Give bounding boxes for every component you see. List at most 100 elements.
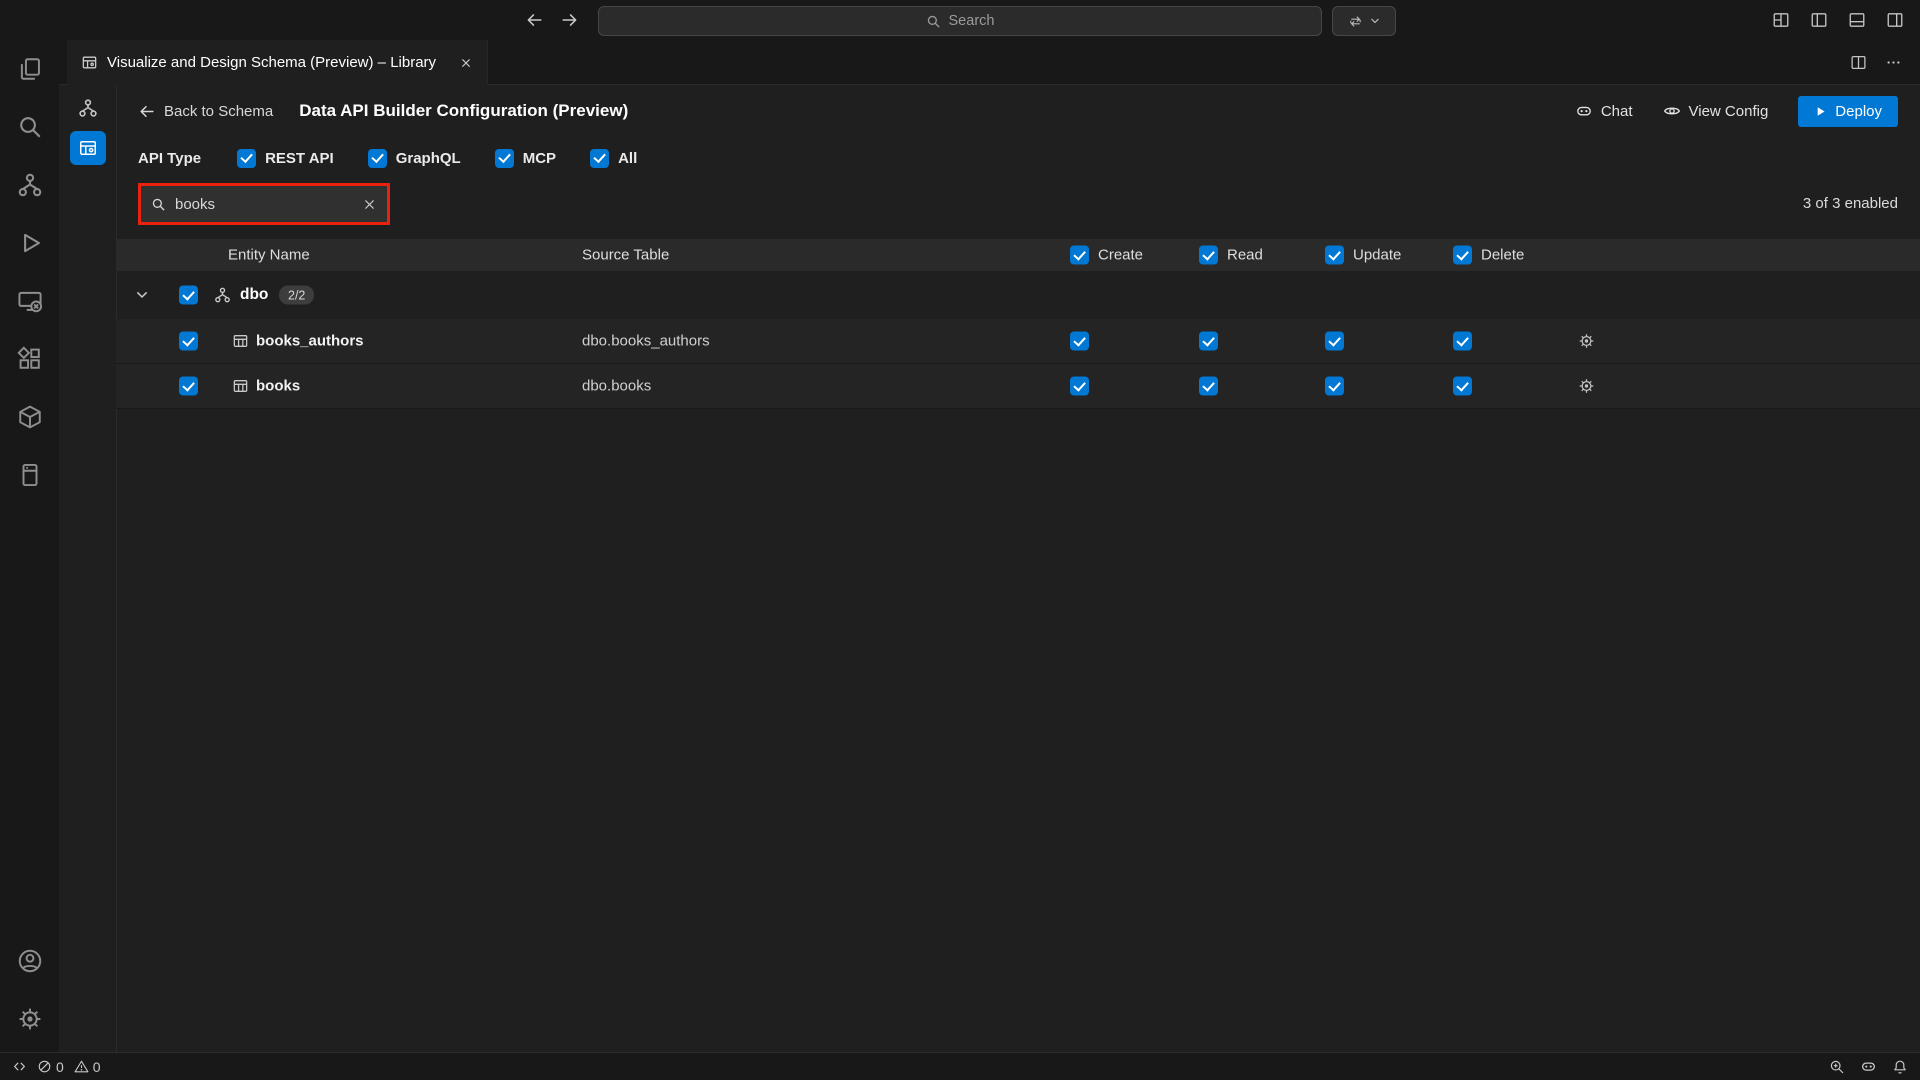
error-count: 0 — [56, 1059, 64, 1075]
graphql-checkbox[interactable] — [368, 149, 387, 168]
row-update-checkbox[interactable] — [1325, 377, 1344, 396]
update-column-header[interactable]: Update — [1325, 246, 1401, 265]
create-column-header[interactable]: Create — [1070, 246, 1143, 265]
entity-search-input[interactable]: books — [141, 186, 387, 222]
problems-warnings[interactable]: 0 — [74, 1059, 101, 1075]
schema-designer-tool-button[interactable] — [70, 91, 106, 125]
editor-actions — [1850, 40, 1902, 85]
entity-name-header: Entity Name — [228, 247, 310, 264]
rest-api-checkbox[interactable] — [237, 149, 256, 168]
command-center-extra-button[interactable] — [1332, 6, 1396, 36]
chevron-down-icon[interactable] — [134, 287, 150, 303]
run-debug-icon[interactable] — [6, 219, 54, 267]
table-header-row: Entity Name Source Table Create Read Upd… — [116, 239, 1920, 271]
deploy-button[interactable]: Deploy — [1798, 96, 1898, 127]
api-type-filter-row: API Type REST API GraphQL MCP All — [116, 137, 1920, 179]
table-row[interactable]: books_authors dbo.books_authors — [116, 319, 1920, 364]
row-create-checkbox[interactable] — [1070, 332, 1089, 351]
remote-disconnect-icon[interactable] — [6, 277, 54, 325]
row-delete-checkbox[interactable] — [1453, 332, 1472, 351]
settings-gear-icon[interactable] — [6, 995, 54, 1043]
forward-arrow-icon[interactable] — [561, 11, 579, 29]
panel-left-icon[interactable] — [1810, 11, 1828, 29]
search-sidebar-icon[interactable] — [6, 103, 54, 151]
row-settings-gear-icon[interactable] — [1578, 378, 1595, 395]
titlebar-layout-controls — [1772, 0, 1904, 40]
tab-title: Visualize and Design Schema (Preview) – … — [107, 54, 436, 71]
dab-config-tool-button[interactable] — [70, 131, 106, 165]
panel-bottom-icon[interactable] — [1848, 11, 1866, 29]
tab-visualize-design-schema[interactable]: Visualize and Design Schema (Preview) – … — [67, 40, 488, 85]
update-all-checkbox[interactable] — [1325, 246, 1344, 265]
group-name: dbo — [240, 286, 268, 304]
table-icon — [232, 333, 249, 350]
filter-graphql[interactable]: GraphQL — [368, 149, 461, 168]
remote-indicator-icon[interactable] — [12, 1059, 27, 1074]
row-delete-checkbox[interactable] — [1453, 377, 1472, 396]
server-icon[interactable] — [6, 451, 54, 499]
filter-rest-api[interactable]: REST API — [237, 149, 334, 168]
database-projects-icon[interactable] — [6, 393, 54, 441]
row-create-checkbox[interactable] — [1070, 377, 1089, 396]
all-label: All — [618, 150, 637, 167]
entity-name: books_authors — [256, 333, 364, 350]
table-row[interactable]: books dbo.books — [116, 364, 1920, 409]
mcp-checkbox[interactable] — [495, 149, 514, 168]
all-checkbox[interactable] — [590, 149, 609, 168]
row-checkbox[interactable] — [179, 377, 198, 396]
source-table: dbo.books_authors — [582, 333, 710, 350]
read-all-checkbox[interactable] — [1199, 246, 1218, 265]
update-header-label: Update — [1353, 247, 1401, 264]
create-all-checkbox[interactable] — [1070, 246, 1089, 265]
page-title: Data API Builder Configuration (Preview) — [299, 101, 628, 121]
filter-mcp[interactable]: MCP — [495, 149, 556, 168]
view-config-label: View Config — [1689, 103, 1769, 120]
account-icon[interactable] — [6, 937, 54, 985]
search-icon — [926, 14, 941, 29]
deploy-label: Deploy — [1835, 103, 1882, 120]
problems-errors[interactable]: 0 — [37, 1059, 64, 1075]
row-settings-gear-icon[interactable] — [1578, 333, 1595, 350]
read-column-header[interactable]: Read — [1199, 246, 1263, 265]
chat-button[interactable]: Chat — [1575, 102, 1633, 120]
panel-right-icon[interactable] — [1886, 11, 1904, 29]
status-bar: 0 0 — [0, 1052, 1920, 1080]
copilot-status-icon[interactable] — [1860, 1058, 1877, 1075]
search-icon — [151, 197, 166, 212]
enabled-summary: 3 of 3 enabled — [1803, 195, 1898, 212]
row-update-checkbox[interactable] — [1325, 332, 1344, 351]
row-checkbox[interactable] — [179, 332, 198, 351]
activity-bar — [0, 40, 59, 1053]
tab-close-icon[interactable] — [459, 56, 473, 70]
graphql-label: GraphQL — [396, 150, 461, 167]
delete-all-checkbox[interactable] — [1453, 246, 1472, 265]
row-read-checkbox[interactable] — [1199, 332, 1218, 351]
panel-header: Back to Schema Data API Builder Configur… — [116, 85, 1920, 137]
filter-all[interactable]: All — [590, 149, 637, 168]
layout-grid-icon[interactable] — [1772, 11, 1790, 29]
title-bar: Search — [0, 0, 1920, 40]
zoom-in-icon[interactable] — [1829, 1059, 1845, 1075]
table-icon — [232, 378, 249, 395]
command-center-search[interactable]: Search — [598, 6, 1322, 36]
explorer-icon[interactable] — [6, 45, 54, 93]
row-read-checkbox[interactable] — [1199, 377, 1218, 396]
schema-group-row[interactable]: dbo 2/2 — [116, 271, 1920, 319]
notifications-bell-icon[interactable] — [1892, 1059, 1908, 1075]
delete-column-header[interactable]: Delete — [1453, 246, 1524, 265]
mcp-label: MCP — [523, 150, 556, 167]
back-to-schema-button[interactable]: Back to Schema — [138, 103, 273, 120]
more-actions-icon[interactable] — [1885, 54, 1902, 71]
clear-search-icon[interactable] — [362, 197, 377, 212]
repeat-icon — [1348, 14, 1363, 29]
chat-label: Chat — [1601, 103, 1633, 120]
back-arrow-icon[interactable] — [525, 11, 543, 29]
view-config-button[interactable]: View Config — [1663, 102, 1769, 120]
split-editor-icon[interactable] — [1850, 54, 1867, 71]
extensions-icon[interactable] — [6, 335, 54, 383]
connections-icon[interactable] — [6, 161, 54, 209]
entity-name: books — [256, 378, 300, 395]
api-type-label: API Type — [138, 150, 201, 167]
editor-area: Back to Schema Data API Builder Configur… — [59, 85, 1920, 1053]
group-checkbox[interactable] — [179, 286, 198, 305]
